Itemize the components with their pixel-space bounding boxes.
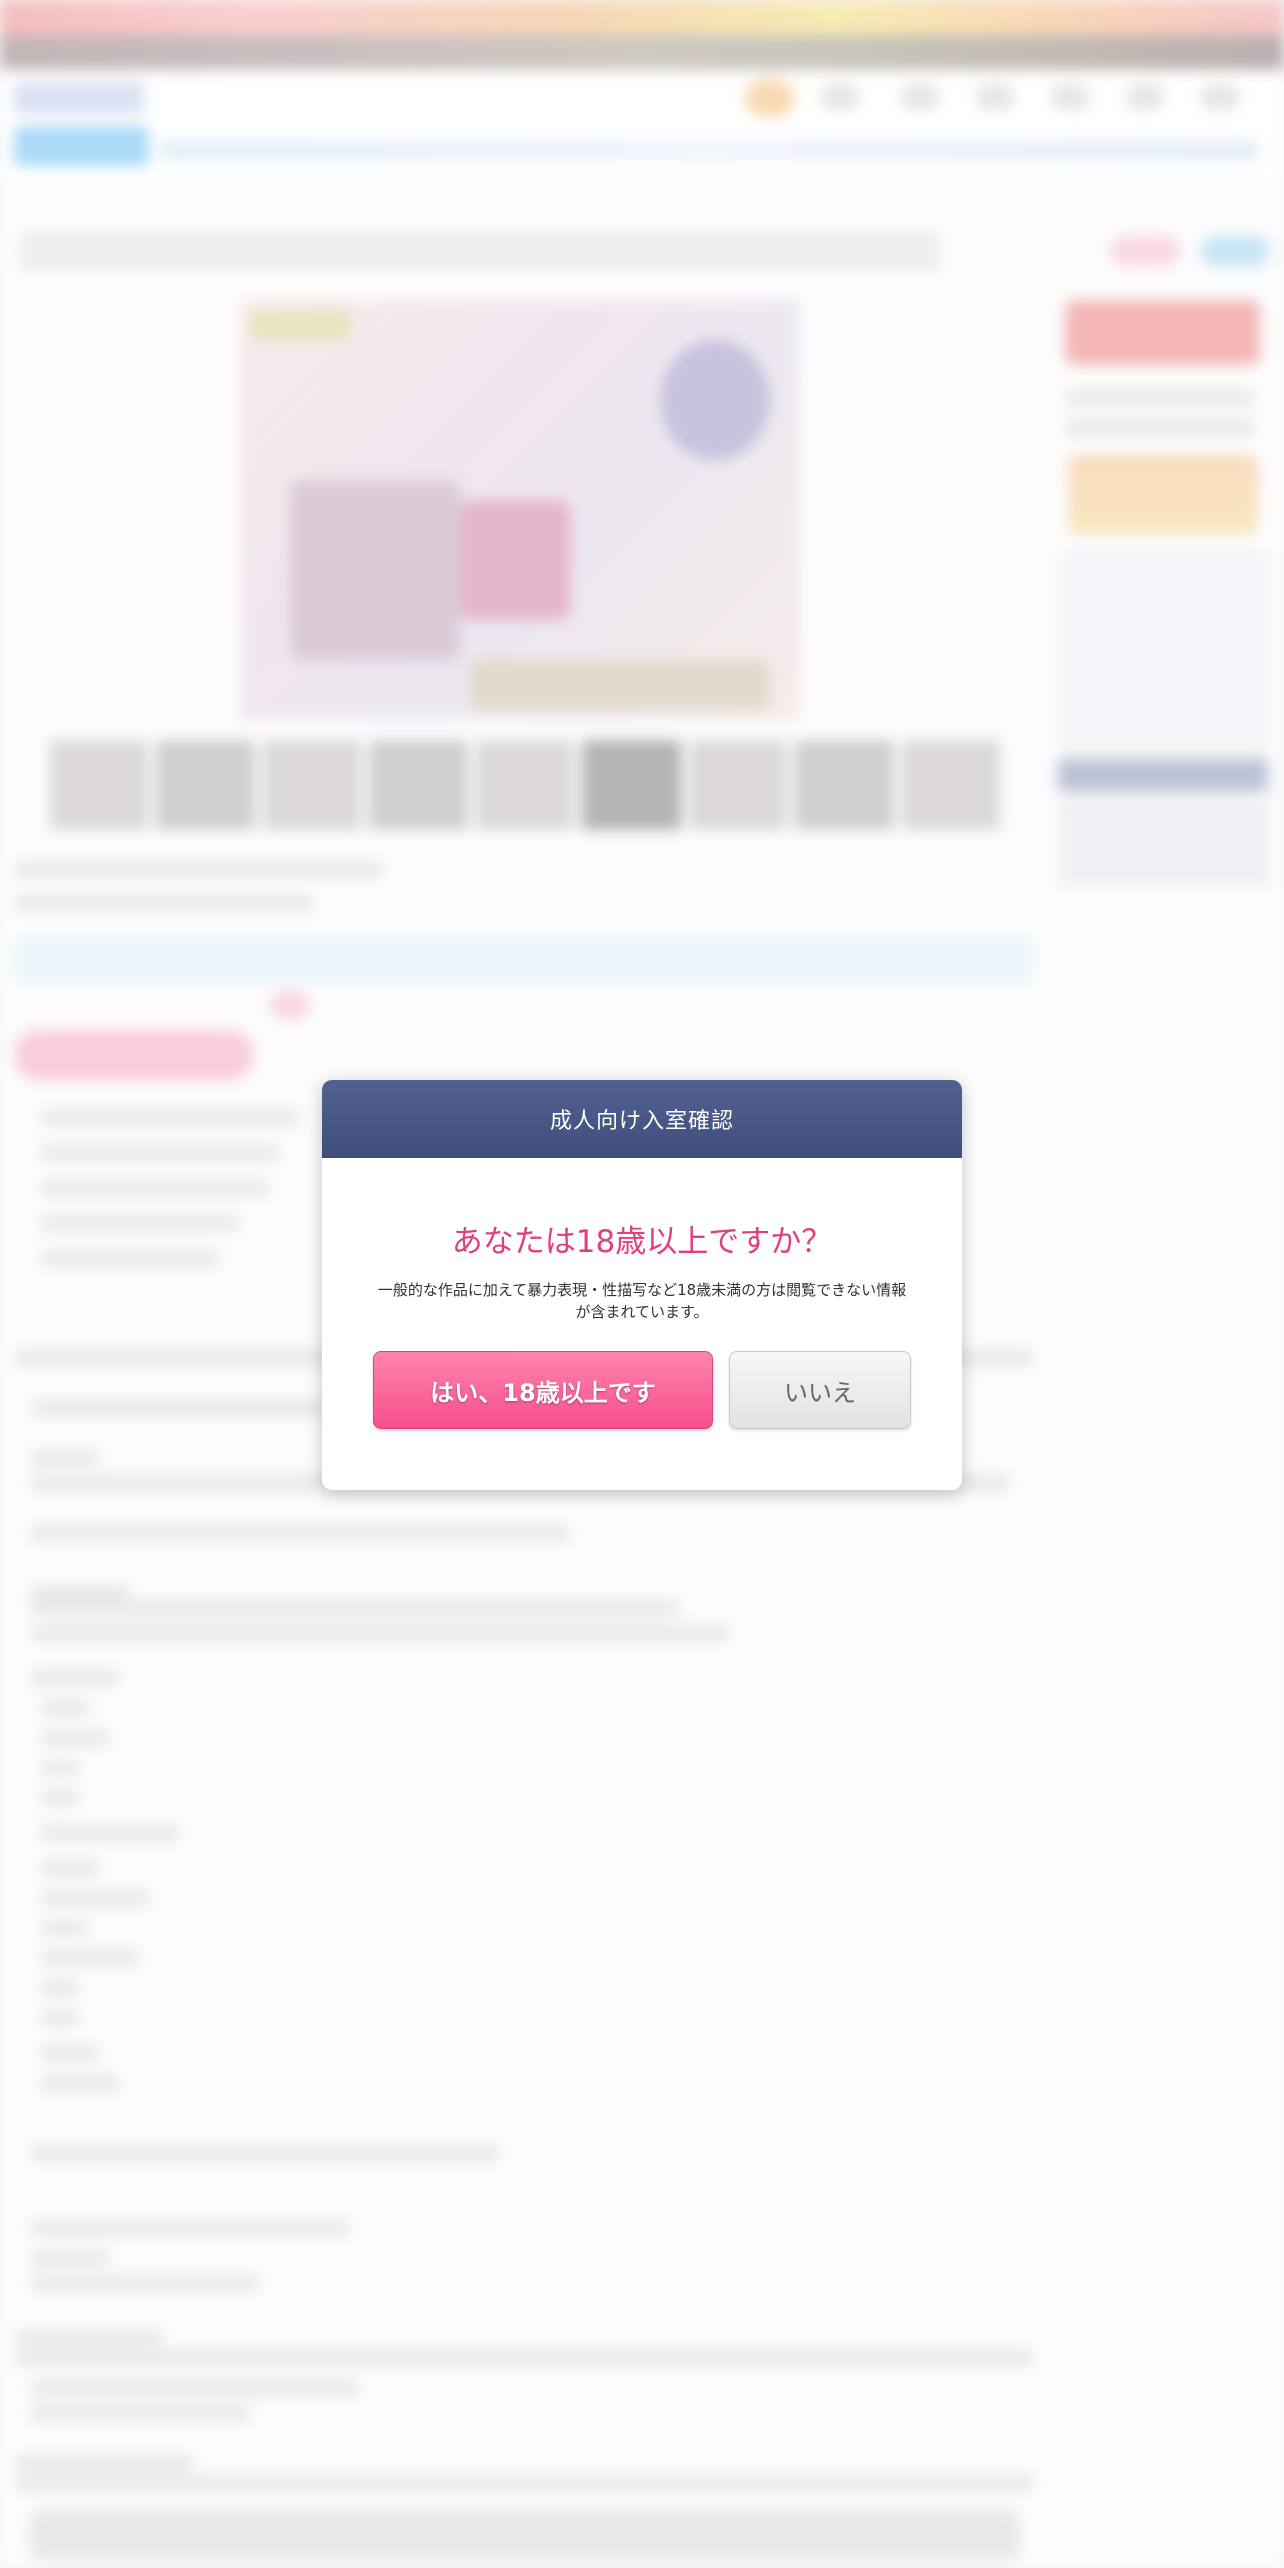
confirm-adult-button[interactable]: はい、18歳以上です — [373, 1351, 713, 1429]
dialog-title: 成人向け入室確認 — [549, 1109, 734, 1134]
decline-button[interactable]: いいえ — [729, 1351, 911, 1429]
content-warning-text: 一般的な作品に加えて暴力表現・性描写など18歳未満の方は閲覧できない情報が含まれ… — [377, 1281, 907, 1321]
dialog-body: あなたは18歳以上ですか？ 一般的な作品に加えて暴力表現・性描写など18歳未満の… — [322, 1158, 962, 1429]
age-question: あなたは18歳以上ですか？ — [451, 1224, 833, 1260]
age-verification-dialog: 成人向け入室確認 あなたは18歳以上ですか？ 一般的な作品に加えて暴力表現・性描… — [322, 1080, 962, 1490]
dialog-button-row: はい、18歳以上です いいえ — [322, 1351, 962, 1429]
dialog-header: 成人向け入室確認 — [322, 1080, 962, 1158]
